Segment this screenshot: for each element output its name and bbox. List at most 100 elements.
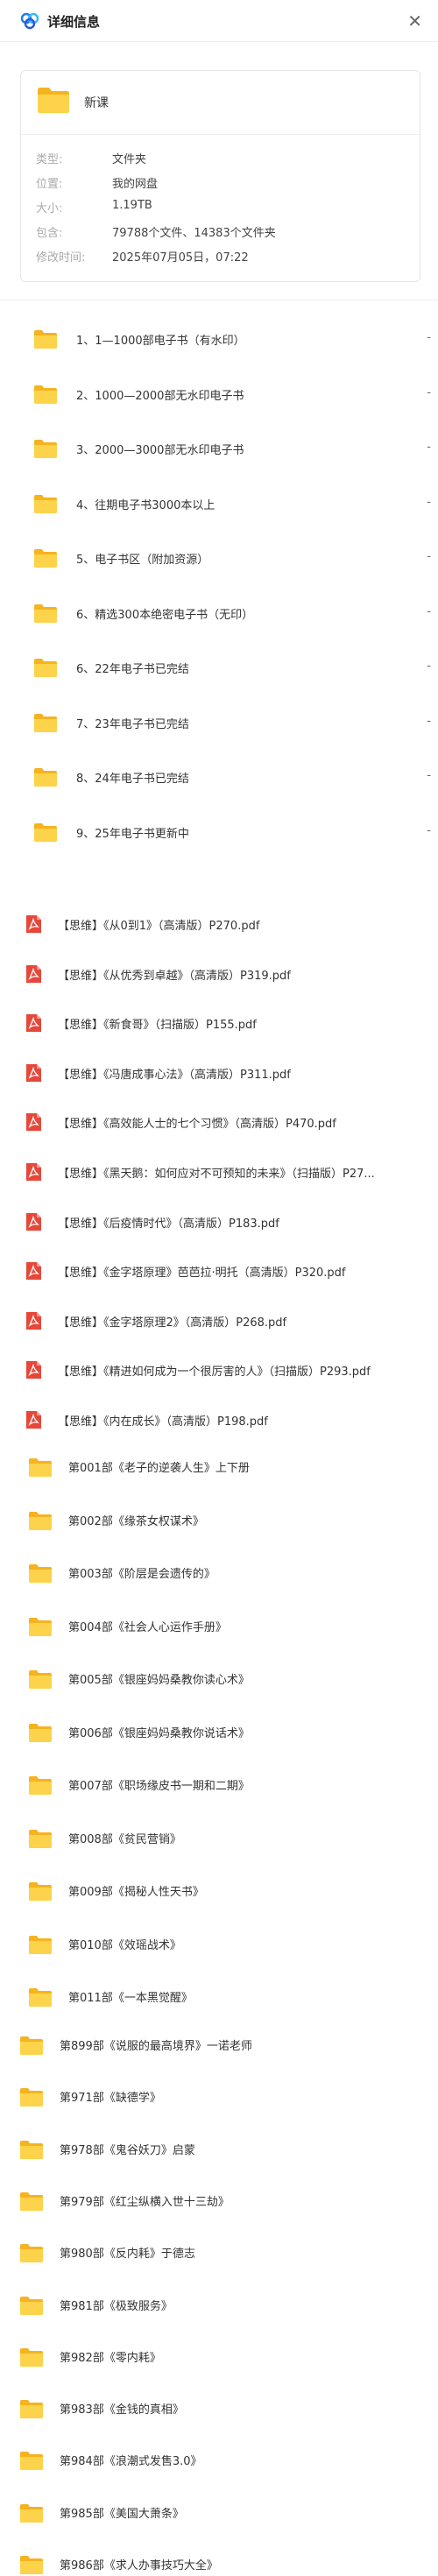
header: 详细信息 ✕ [0, 0, 438, 42]
folder-name: 4、往期电子书3000本以上 [76, 498, 215, 512]
book-folder-row[interactable]: 第001部《老子的逆袭人生》上下册 [28, 1450, 413, 1499]
folder-icon [29, 1935, 52, 1954]
folder-name: 第986部《求人办事技巧大全》 [60, 2559, 218, 2572]
folder-icon [20, 2088, 43, 2107]
folder-icon [34, 549, 57, 568]
folder-name: 6、22年电子书已完结 [76, 663, 189, 676]
book-folder-row[interactable]: 第985部《美国大萧条》 [19, 2495, 405, 2544]
pdf-file-name: 【思维】《冯唐成事心法》（高清版）P311.pdf [58, 1068, 291, 1082]
folder-icon [29, 1511, 52, 1530]
book-folder-row[interactable]: 第984部《浪潮式发售3.0》 [19, 2443, 405, 2492]
book-folder-row[interactable]: 第009部《揭秘人性天书》 [28, 1874, 413, 1923]
folder-name: 3、2000—3000部无水印电子书 [76, 444, 244, 457]
folder-name: 第899部《说服的最高境界》一诺老师 [60, 2040, 252, 2053]
location-label: 位置: [36, 178, 63, 191]
pdf-file-row[interactable]: 【思维】《从优秀到卓越》（高清版）P319.pdf [0, 957, 438, 1006]
folder-name: 第985部《美国大萧条》 [60, 2507, 184, 2521]
row-dash: - [427, 823, 431, 837]
book-folder-row[interactable]: 第007部《职场缘皮书一期和二期》 [28, 1768, 413, 1817]
type-label: 类型: [36, 153, 63, 166]
pdf-file-row[interactable]: 【思维】《冯唐成事心法》（高清版）P311.pdf [0, 1056, 438, 1105]
folder-row[interactable]: 9、25年电子书更新中 - [0, 812, 438, 861]
pdf-file-row[interactable]: 【思维】《后疫情时代》（高清版）P183.pdf [0, 1205, 438, 1254]
folder-icon [34, 822, 57, 842]
row-dash: - [427, 495, 431, 509]
pdf-file-icon [26, 1361, 41, 1380]
folder-icon [29, 1829, 52, 1848]
folder-icon [20, 2036, 43, 2055]
book-folder-row[interactable]: 第981部《极致服务》 [19, 2288, 405, 2337]
close-icon[interactable]: ✕ [407, 9, 422, 33]
pdf-file-row[interactable]: 【思维】《高效能人士的七个习惯》（高清版）P470.pdf [0, 1105, 438, 1154]
folder-row[interactable]: 7、23年电子书已完结 - [0, 702, 438, 752]
pdf-file-row[interactable]: 【思维】《内在成长》（高清版）P198.pdf [0, 1403, 438, 1452]
pdf-file-icon [26, 1411, 41, 1429]
folder-icon [29, 1564, 52, 1583]
folder-icon [20, 2452, 43, 2471]
pdf-file-row[interactable]: 【思维】《金字塔原理》芭芭拉·明托（高清版）P320.pdf [0, 1254, 438, 1303]
folder-name: 第003部《阶层是会遗传的》 [68, 1568, 215, 1581]
folder-row[interactable]: 5、电子书区（附加资源） - [0, 538, 438, 587]
folder-name: 第002部《缘茶女权谋术》 [68, 1514, 204, 1528]
book-folder-row[interactable]: 第980部《反内耗》于德志 [19, 2235, 405, 2284]
book-folder-row[interactable]: 第011部《一本黑觉醒》 [28, 1980, 413, 2029]
book-folder-row[interactable]: 第004部《社会人心运作手册》 [28, 1609, 413, 1658]
folder-name: 9、25年电子书更新中 [76, 827, 189, 841]
folder-row[interactable]: 3、2000—3000部无水印电子书 - [0, 428, 438, 477]
pdf-file-name: 【思维】《从优秀到卓越》（高清版）P319.pdf [58, 969, 291, 983]
book-folder-row[interactable]: 第986部《求人办事技巧大全》 [19, 2547, 405, 2576]
folder-row[interactable]: 6、22年电子书已完结 - [0, 647, 438, 696]
pdf-file-name: 【思维】《精进如何成为一个很厉害的人》（扫描版）P293.pdf [58, 1366, 371, 1380]
contains-value: 79788个文件、14383个文件夹 [112, 227, 276, 240]
book-folder-row[interactable]: 第003部《阶层是会遗传的》 [28, 1556, 413, 1605]
folder-icon [29, 1617, 52, 1636]
folder-name: 第004部《社会人心运作手册》 [68, 1620, 227, 1634]
folder-row[interactable]: 4、往期电子书3000本以上 - [0, 483, 438, 533]
contains-label: 包含: [36, 227, 63, 240]
size-value: 1.19TB [112, 199, 152, 212]
row-dash: - [427, 660, 431, 673]
divider [21, 134, 420, 135]
folder-row[interactable]: 6、精选300本绝密电子书（无印） - [0, 593, 438, 642]
row-dash: - [427, 714, 431, 728]
pdf-file-row[interactable]: 【思维】《金字塔原理2》（高清版）P268.pdf [0, 1304, 438, 1353]
folder-name: 第008部《贫民营销》 [68, 1832, 181, 1846]
book-folder-row[interactable]: 第979部《红尘纵横入世十三劫》 [19, 2184, 405, 2233]
folder-name: 8、24年电子书已完结 [76, 773, 189, 786]
book-folder-row[interactable]: 第005部《银座妈妈桑教你读心术》 [28, 1662, 413, 1711]
folder-icon [20, 2556, 43, 2574]
folder-name: 第983部《金钱的真相》 [60, 2403, 184, 2417]
book-folder-row[interactable]: 第982部《零内耗》 [19, 2340, 405, 2389]
folder-row[interactable]: 8、24年电子书已完结 - [0, 757, 438, 806]
folder-icon [34, 494, 57, 513]
folder-name: 1、1—1000部电子书（有水印） [76, 335, 245, 348]
book-folder-row[interactable]: 第983部《金钱的真相》 [19, 2391, 405, 2440]
pdf-file-row[interactable]: 【思维】《精进如何成为一个很厉害的人》（扫描版）P293.pdf [0, 1353, 438, 1402]
book-folder-row[interactable]: 第002部《缘茶女权谋术》 [28, 1503, 413, 1552]
folder-name: 第005部《银座妈妈桑教你读心术》 [68, 1674, 250, 1687]
pdf-file-icon [26, 1014, 41, 1033]
folder-icon [34, 385, 57, 404]
folder-row[interactable]: 2、1000—2000部无水印电子书 - [0, 374, 438, 423]
book-folder-row[interactable]: 第010部《效瑶战术》 [28, 1927, 413, 1976]
folder-name: 第980部《反内耗》于德志 [60, 2248, 195, 2262]
folder-icon [29, 1723, 52, 1742]
row-dash: - [427, 331, 431, 344]
pdf-file-row[interactable]: 【思维】《新食哥》（扫描版）P155.pdf [0, 1006, 438, 1055]
book-folder-row[interactable]: 第899部《说服的最高境界》一诺老师 [19, 2028, 405, 2077]
pdf-file-row[interactable]: 【思维】《从0到1》（高清版）P270.pdf [0, 907, 438, 956]
pdf-file-row[interactable]: 【思维】《黑天鹅：如何应对不可预知的未来》（扫描版）P27... [0, 1155, 438, 1204]
book-folder-row[interactable]: 第978部《鬼谷妖刀》启蒙 [19, 2132, 405, 2181]
book-folder-row[interactable]: 第971部《缺德学》 [19, 2079, 405, 2128]
row-dash: - [427, 441, 431, 454]
modified-label: 修改时间: [36, 251, 86, 265]
pdf-file-name: 【思维】《后疫情时代》（高清版）P183.pdf [58, 1217, 279, 1231]
pdf-file-name: 【思维】《金字塔原理》芭芭拉·明托（高清版）P320.pdf [58, 1267, 346, 1281]
folder-name: 6、精选300本绝密电子书（无印） [76, 608, 254, 622]
book-folder-row[interactable]: 第006部《银座妈妈桑教你说话术》 [28, 1715, 413, 1764]
folder-row[interactable]: 1、1—1000部电子书（有水印） - [0, 319, 438, 368]
book-folder-row[interactable]: 第008部《贫民营销》 [28, 1821, 413, 1870]
folder-icon [29, 1458, 52, 1477]
folder-icon [34, 713, 57, 732]
folder-icon [20, 2244, 43, 2263]
